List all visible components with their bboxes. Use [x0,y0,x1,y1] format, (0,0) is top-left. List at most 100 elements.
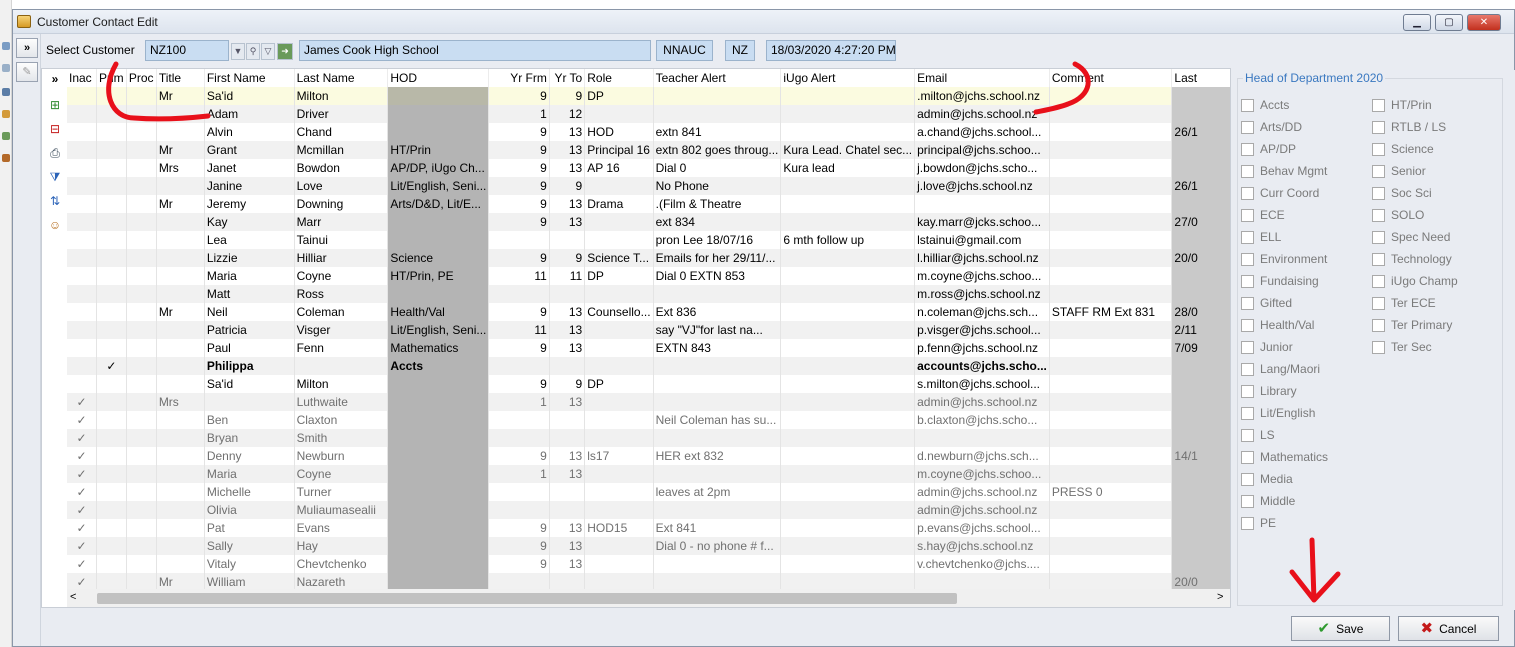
proc-cell[interactable] [126,195,157,213]
year-to-cell[interactable]: 13 [549,537,586,555]
inactive-cell[interactable] [67,123,97,141]
last-cell[interactable] [1171,159,1230,177]
last-cell[interactable] [1171,375,1230,393]
teacher-alert-cell[interactable]: extn 841 [653,123,782,141]
hod-checkbox-item[interactable]: Arts/DD [1241,120,1369,138]
hod-cell[interactable]: HT/Prin, PE [387,267,490,285]
year-to-cell[interactable] [549,285,586,303]
hod-cell[interactable]: Lit/English, Seni... [387,321,490,339]
iugo-alert-cell[interactable]: Kura Lead. Chatel sec... [780,141,916,159]
last-cell[interactable] [1171,411,1230,429]
primary-cell[interactable] [96,411,127,429]
year-to-cell[interactable] [549,483,586,501]
inactive-cell[interactable] [67,249,97,267]
last-cell[interactable] [1171,195,1230,213]
checkbox[interactable] [1241,385,1254,398]
checkbox[interactable] [1241,473,1254,486]
year-from-cell[interactable]: 9 [488,177,550,195]
year-from-cell[interactable]: 1 [488,105,550,123]
first-name-cell[interactable]: Patricia [204,321,295,339]
column-header[interactable]: Prim [96,69,127,87]
table-row[interactable]: Maria Coyne HT/Prin, PE 11 11 DP Dial 0 EXTN 8… [67,267,1230,285]
checkbox[interactable] [1241,143,1254,156]
last-name-cell[interactable]: Muliaumasealii [294,501,389,519]
first-name-cell[interactable]: Grant [204,141,295,159]
year-from-cell[interactable]: 9 [488,447,550,465]
first-name-cell[interactable] [204,393,295,411]
teacher-alert-cell[interactable]: leaves at 2pm [653,483,782,501]
proc-cell[interactable] [126,141,157,159]
last-name-cell[interactable]: Mcmillan [294,141,389,159]
cancel-button[interactable]: ✖ Cancel [1398,616,1499,641]
iugo-alert-cell[interactable] [780,123,916,141]
primary-cell[interactable] [96,465,127,483]
primary-cell[interactable] [96,249,127,267]
hod-checkbox-item[interactable]: Middle [1241,494,1369,512]
primary-cell[interactable] [96,177,127,195]
year-to-cell[interactable]: 13 [549,321,586,339]
proc-cell[interactable] [126,105,157,123]
hod-checkbox-item[interactable]: iUgo Champ [1372,274,1500,292]
comment-cell[interactable] [1049,465,1173,483]
primary-cell[interactable] [96,537,127,555]
title-cell[interactable] [156,321,205,339]
checkbox[interactable] [1241,517,1254,530]
filter-icon[interactable]: ⧩ [47,169,63,185]
grid-expand-button[interactable]: » [47,71,63,87]
first-name-cell[interactable]: Alvin [204,123,295,141]
last-name-cell[interactable]: Driver [294,105,389,123]
year-to-cell[interactable] [549,429,586,447]
proc-cell[interactable] [126,321,157,339]
last-name-cell[interactable]: Nazareth [294,573,389,589]
hod-checkbox-item[interactable]: Fundaising [1241,274,1369,292]
proc-cell[interactable] [126,339,157,357]
email-cell[interactable]: m.coyne@jchs.schoo... [914,465,1050,483]
table-row[interactable]: Adam Driver 1 12 admin@jchs.school.nz [67,105,1230,123]
role-cell[interactable] [584,465,654,483]
email-cell[interactable]: j.love@jchs.school.nz [914,177,1050,195]
email-cell[interactable] [914,573,1050,589]
year-to-cell[interactable]: 13 [549,339,586,357]
role-cell[interactable] [584,393,654,411]
table-row[interactable]: Mrs Janet Bowdon AP/DP, iUgo Ch... 9 13 AP 16 D… [67,159,1230,177]
role-cell[interactable]: AP 16 [584,159,654,177]
hod-checkbox-item[interactable]: Ter ECE [1372,296,1500,314]
year-to-cell[interactable]: 13 [549,303,586,321]
iugo-alert-cell[interactable] [780,573,916,589]
last-name-cell[interactable]: Coleman [294,303,389,321]
iugo-alert-cell[interactable] [780,447,916,465]
dropdown-arrow-icon[interactable]: ▼ [231,43,245,60]
proc-cell[interactable] [126,573,157,589]
table-row[interactable]: ✓ Maria Coyne 1 13 m.coyne@jchs.schoo... [67,465,1230,483]
last-cell[interactable] [1171,555,1230,573]
proc-cell[interactable] [126,87,157,105]
primary-cell[interactable] [96,159,127,177]
proc-cell[interactable] [126,267,157,285]
inactive-cell[interactable] [67,339,97,357]
role-cell[interactable]: Science T... [584,249,654,267]
role-cell[interactable] [584,483,654,501]
teacher-alert-cell[interactable] [653,555,782,573]
first-name-cell[interactable]: Matt [204,285,295,303]
hod-cell[interactable]: HT/Prin [387,141,490,159]
first-name-cell[interactable]: Bryan [204,429,295,447]
comment-cell[interactable] [1049,447,1173,465]
column-header[interactable]: HOD [387,69,490,87]
email-cell[interactable]: p.evans@jchs.school... [914,519,1050,537]
role-cell[interactable] [584,231,654,249]
year-from-cell[interactable]: 9 [488,339,550,357]
year-from-cell[interactable] [488,429,550,447]
role-cell[interactable] [584,339,654,357]
hod-checkbox-item[interactable]: Senior [1372,164,1500,182]
inactive-cell[interactable] [67,213,97,231]
proc-cell[interactable] [126,411,157,429]
close-button[interactable]: ✕ [1467,14,1501,31]
teacher-alert-cell[interactable]: Ext 841 [653,519,782,537]
hod-cell[interactable]: Lit/English, Seni... [387,177,490,195]
table-row[interactable]: Kay Marr 9 13 ext 834 kay.marr@jcks.schoo... 2… [67,213,1230,231]
teacher-alert-cell[interactable]: Neil Coleman has su... [653,411,782,429]
role-cell[interactable] [584,285,654,303]
hod-cell[interactable]: Accts [387,357,490,375]
last-cell[interactable] [1171,501,1230,519]
email-cell[interactable]: .milton@jchs.school.nz [914,87,1050,105]
